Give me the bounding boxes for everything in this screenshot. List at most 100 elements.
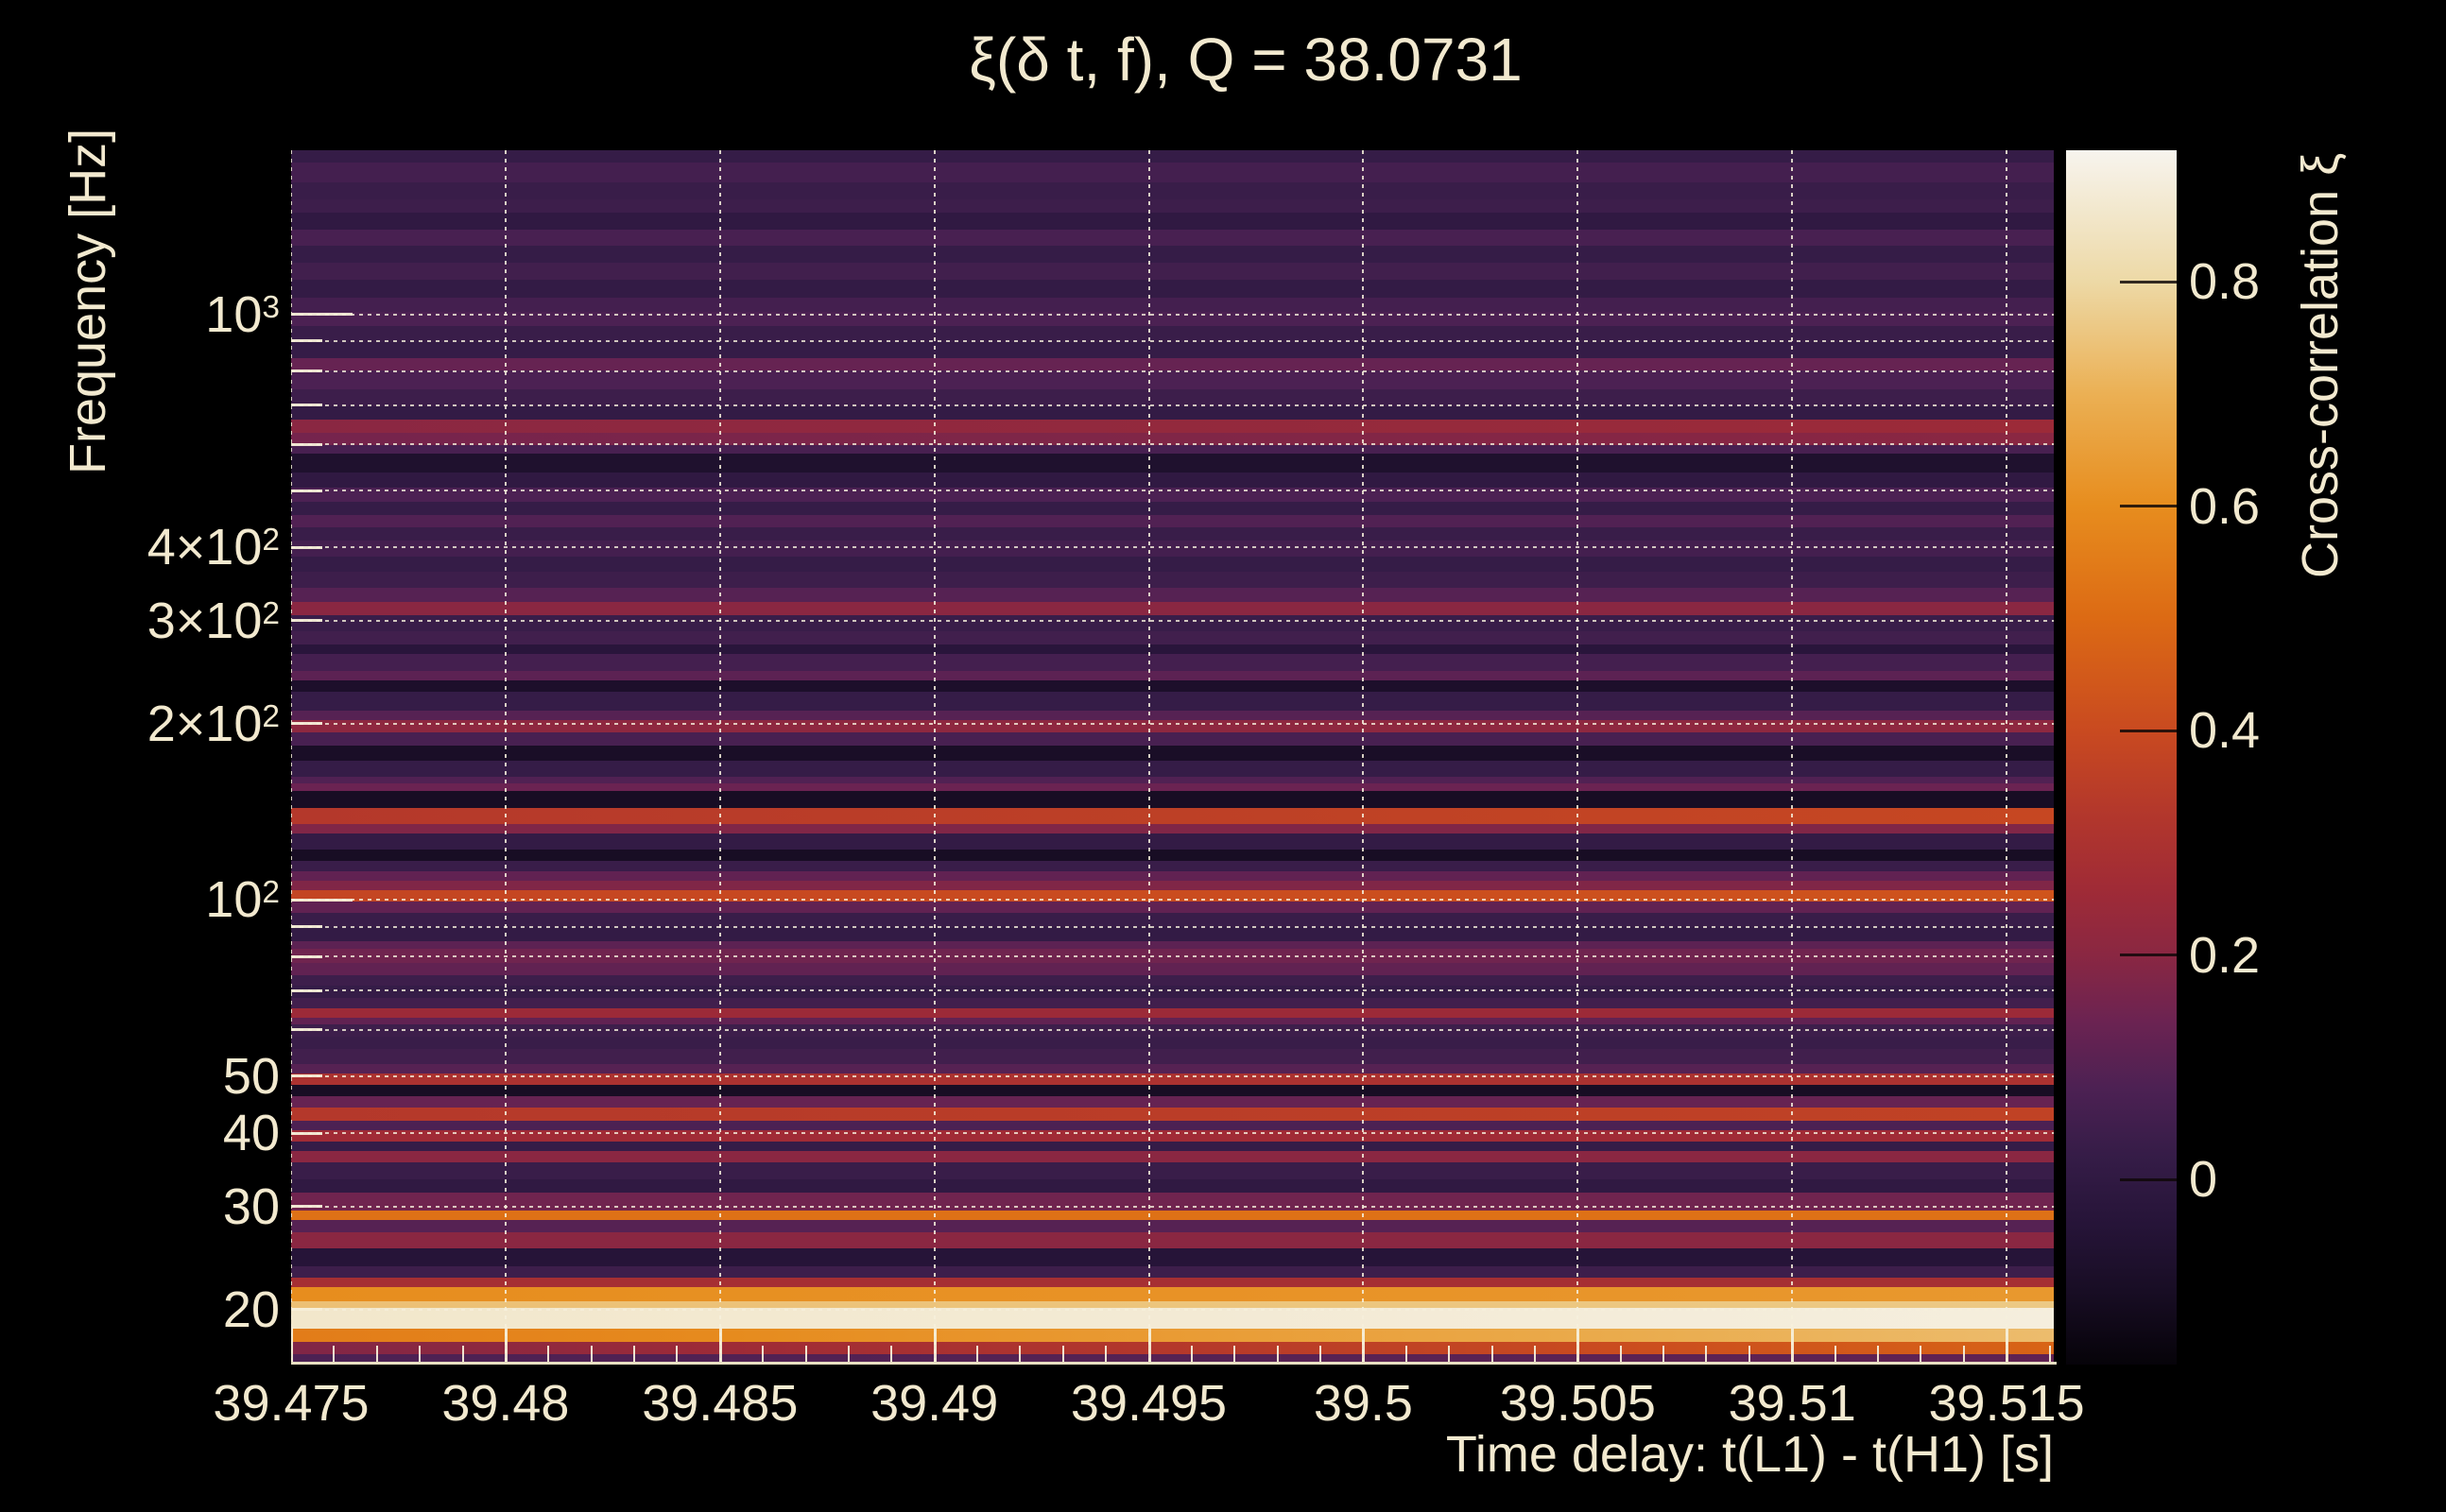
- heatmap-band: [291, 1023, 2054, 1038]
- colorbar-tick-label: 0.2: [2189, 926, 2261, 984]
- heatmap-plot-area: [291, 150, 2054, 1365]
- heatmap-band: [291, 761, 2054, 779]
- heatmap-band: [291, 927, 2054, 942]
- y-gridline: [291, 404, 2054, 406]
- x-axis-major-tick: [1791, 1327, 1795, 1365]
- heatmap-band: [291, 527, 2054, 541]
- chart-title: ξ(δ t, f), Q = 38.0731: [969, 26, 1523, 94]
- y-gridline: [291, 490, 2054, 492]
- y-axis-tick: [291, 442, 322, 446]
- y-axis-tick: [291, 954, 322, 958]
- heatmap-band: [291, 420, 2054, 434]
- y-gridline: [291, 989, 2054, 992]
- heatmap-band: [291, 454, 2054, 473]
- colorbar-tick-label: 0.8: [2189, 253, 2261, 310]
- y-axis-tick: [291, 313, 353, 316]
- heatmap-band: [291, 1342, 2054, 1355]
- heatmap-band: [291, 213, 2054, 231]
- x-gridline: [1576, 150, 1579, 1365]
- x-gridline: [933, 150, 936, 1365]
- x-gridline: [1147, 150, 1150, 1365]
- colorbar-tick: [2120, 1177, 2177, 1181]
- x-axis-line: [291, 1362, 2057, 1365]
- y-gridline: [291, 313, 2054, 316]
- y-gridline: [291, 955, 2054, 958]
- heatmap-band: [291, 791, 2054, 809]
- heatmap-band: [291, 515, 2054, 528]
- heatmap-band: [291, 557, 2054, 574]
- y-tick-label: 20: [222, 1280, 280, 1338]
- heatmap-band: [291, 406, 2054, 421]
- y-gridline: [291, 1205, 2054, 1208]
- heatmap-band: [291, 1287, 2054, 1302]
- colorbar-tick-label: 0.4: [2189, 702, 2261, 759]
- x-axis-major-tick: [933, 1327, 937, 1365]
- x-gridline: [1362, 150, 1365, 1365]
- x-gridline: [718, 150, 721, 1365]
- heatmap-band: [291, 541, 2054, 558]
- y-axis-tick: [291, 1308, 322, 1312]
- x-tick-label: 39.515: [1928, 1375, 2085, 1432]
- y-gridline: [291, 925, 2054, 928]
- heatmap-band: [291, 182, 2054, 201]
- heatmap-band: [291, 370, 2054, 390]
- y-axis-tick: [291, 925, 322, 929]
- heatmap-band: [291, 163, 2054, 184]
- heatmap-band: [291, 746, 2054, 762]
- y-axis-tick: [291, 1028, 322, 1032]
- heatmap-band: [291, 654, 2054, 672]
- y-axis-tick: [291, 898, 353, 902]
- colorbar-tick: [2120, 280, 2177, 284]
- x-gridline: [1791, 150, 1794, 1365]
- heatmap-band: [291, 602, 2054, 616]
- heatmap-band: [291, 1231, 2054, 1249]
- figure-page: { "figure": { "background": "#000000", "…: [0, 0, 2446, 1512]
- colorbar-tick: [2120, 954, 2177, 956]
- y-gridline: [291, 899, 2054, 902]
- y-tick-label: 103: [205, 285, 280, 343]
- heatmap-band: [291, 572, 2054, 589]
- heatmap-band: [291, 833, 2054, 850]
- heatmap-band: [291, 150, 2054, 163]
- heatmap-band: [291, 1161, 2054, 1180]
- y-gridline: [291, 339, 2054, 342]
- x-axis-major-tick: [1362, 1327, 1366, 1365]
- y-axis-tick: [291, 1205, 322, 1208]
- x-gridline: [504, 150, 507, 1365]
- y-axis-tick: [291, 489, 322, 492]
- y-tick-label: 2×102: [146, 695, 280, 752]
- heatmap-band: [291, 263, 2054, 281]
- y-gridline: [291, 1028, 2054, 1031]
- y-axis-tick: [291, 722, 322, 726]
- heatmap-band: [291, 280, 2054, 299]
- x-gridline: [2006, 150, 2008, 1365]
- x-axis-major-tick: [1576, 1327, 1580, 1365]
- heatmap-band: [291, 1220, 2054, 1233]
- y-tick-label: 30: [222, 1177, 280, 1235]
- heatmap-band: [291, 1108, 2054, 1122]
- heatmap-band: [291, 615, 2054, 632]
- x-axis-major-tick: [2006, 1327, 2009, 1365]
- heatmap-band: [291, 230, 2054, 247]
- x-gridline: [291, 150, 292, 1365]
- y-gridline: [291, 1074, 2054, 1077]
- heatmap-band: [291, 1192, 2054, 1211]
- y-gridline: [291, 1132, 2054, 1134]
- y-gridline: [291, 546, 2054, 549]
- x-axis-major-tick: [291, 1327, 293, 1365]
- y-axis-tick: [291, 619, 322, 623]
- heatmap-band: [291, 808, 2054, 826]
- heatmap-band: [291, 692, 2054, 712]
- heatmap-band: [291, 1308, 2054, 1330]
- y-tick-label: 3×102: [146, 592, 280, 649]
- y-gridline: [291, 722, 2054, 725]
- heatmap-band: [291, 1329, 2054, 1343]
- heatmap-band: [291, 342, 2054, 359]
- y-tick-label: 102: [205, 871, 280, 929]
- colorbar-tick-label: 0.6: [2189, 477, 2261, 535]
- colorbar-tick: [2120, 729, 2177, 732]
- y-axis-tick: [291, 545, 322, 549]
- heatmap-band: [291, 502, 2054, 516]
- heatmap-band: [291, 963, 2054, 977]
- heatmap-band: [291, 472, 2054, 489]
